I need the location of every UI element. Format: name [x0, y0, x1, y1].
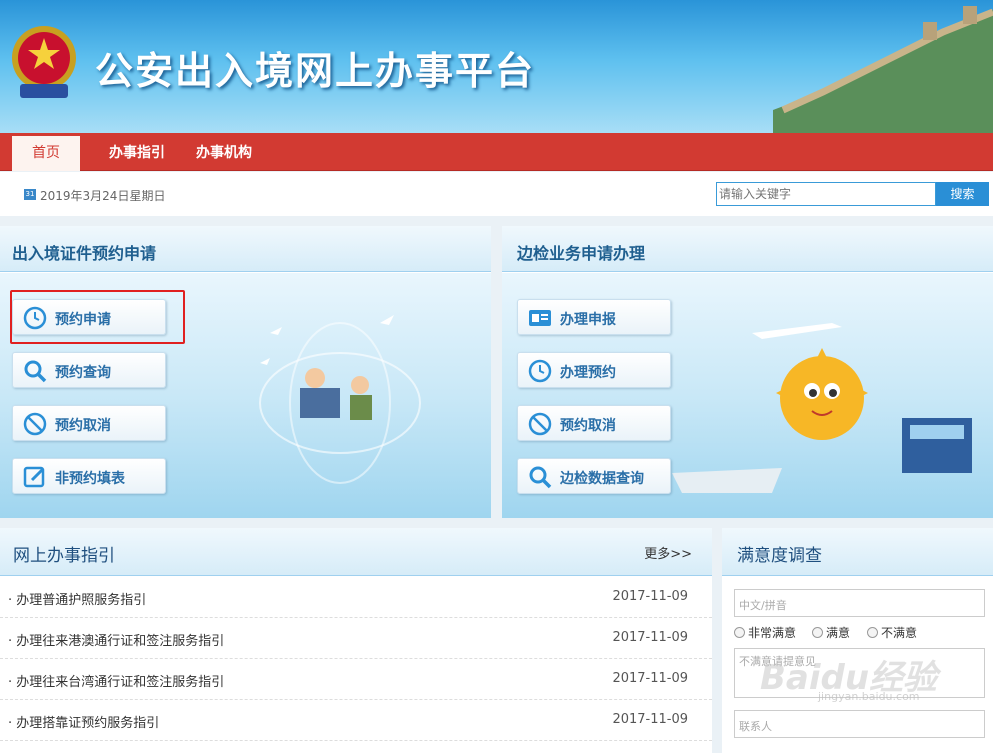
- appointment-cancel-button[interactable]: 预约取消: [12, 405, 166, 441]
- guide-link[interactable]: · 办理搭靠证预约服务指引: [8, 712, 159, 731]
- nav-home[interactable]: 首页: [12, 136, 80, 171]
- prohibit-icon: [528, 412, 552, 436]
- search-input[interactable]: [716, 182, 936, 206]
- button-label: 预约取消: [55, 418, 111, 434]
- guide-link[interactable]: · 办理往来台湾通行证和签注服务指引: [8, 671, 224, 690]
- border-appointment-button[interactable]: 办理预约: [517, 352, 671, 388]
- guide-date: 2017-11-09: [612, 712, 688, 727]
- nav-guide[interactable]: 办事指引: [109, 133, 165, 171]
- transport-illustration-icon: [672, 323, 972, 493]
- panel-title: 边检业务申请办理: [517, 244, 646, 263]
- appointment-query-button[interactable]: 预约查询: [12, 352, 166, 388]
- border-data-query-button[interactable]: 边检数据查询: [517, 458, 671, 494]
- contact-input[interactable]: 联系人: [734, 710, 985, 738]
- id-card-icon: [529, 310, 551, 326]
- list-item: · 办理往来台湾通行证和签注服务指引 2017-11-09: [0, 659, 712, 700]
- search-icon: [529, 466, 552, 489]
- search-icon: [24, 360, 47, 383]
- list-item: · 办理往来港澳通行证和签注服务指引 2017-11-09: [0, 618, 712, 659]
- sun-mascot-icon: [776, 348, 868, 440]
- guide-date: 2017-11-09: [612, 671, 688, 686]
- panel-online-guide: 网上办事指引 更多>> · 办理普通护照服务指引 2017-11-09 · 办理往…: [0, 528, 712, 753]
- main-nav: 首页 办事指引 办事机构: [0, 133, 993, 171]
- border-cancel-button[interactable]: 预约取消: [517, 405, 671, 441]
- guide-date: 2017-11-09: [612, 589, 688, 604]
- date-search-bar: 31 2019年3月24日星期日 搜索: [0, 172, 993, 216]
- panel-satisfaction-survey: 满意度调查 中文/拼音 非常满意 满意 不满意 不满意请提意见 联系人: [722, 528, 993, 753]
- radio-label: 满意: [826, 626, 851, 640]
- panel-title: 满意度调查: [737, 546, 822, 566]
- list-item: · 办理搭靠证预约服务指引 2017-11-09: [0, 700, 712, 741]
- panel-title: 出入境证件预约申请: [12, 244, 157, 263]
- police-emblem-icon: [12, 26, 76, 98]
- guide-link[interactable]: · 办理往来港澳通行证和签注服务指引: [8, 630, 224, 649]
- list-item: · 办理普通护照服务指引 2017-11-09: [0, 577, 712, 618]
- radio-circle-icon: [812, 627, 823, 638]
- clock-icon: [528, 359, 552, 383]
- button-label: 办理申报: [560, 312, 616, 328]
- button-label: 办理预约: [560, 365, 616, 381]
- header-banner: 公安出入境网上办事平台: [0, 0, 993, 133]
- search-button[interactable]: 搜索: [936, 182, 989, 206]
- button-label: 非预约填表: [55, 471, 125, 487]
- great-wall-image: [773, 6, 993, 133]
- current-date: 2019年3月24日星期日: [40, 189, 166, 203]
- guide-date: 2017-11-09: [612, 630, 688, 645]
- highlight-box: [10, 290, 185, 344]
- nav-agencies[interactable]: 办事机构: [196, 133, 252, 171]
- button-label: 预约取消: [560, 418, 616, 434]
- radio-circle-icon: [867, 627, 878, 638]
- button-label: 边检数据查询: [560, 471, 644, 487]
- non-appointment-form-button[interactable]: 非预约填表: [12, 458, 166, 494]
- button-label: 预约查询: [55, 365, 111, 381]
- prohibit-icon: [23, 412, 47, 436]
- radio-dissatisfied[interactable]: 不满意: [867, 624, 917, 641]
- radio-satisfied[interactable]: 满意: [812, 624, 850, 641]
- radio-label: 不满意: [881, 626, 918, 640]
- panel-title: 网上办事指引: [13, 546, 115, 566]
- guide-link[interactable]: · 办理普通护照服务指引: [8, 589, 146, 608]
- radio-very-satisfied[interactable]: 非常满意: [734, 624, 796, 641]
- more-link[interactable]: 更多>>: [644, 543, 692, 562]
- watermark-url: jingyan.baidu.com: [818, 690, 920, 703]
- radio-circle-icon: [734, 627, 745, 638]
- name-input[interactable]: 中文/拼音: [734, 589, 985, 617]
- site-title: 公安出入境网上办事平台: [95, 49, 536, 93]
- calendar-icon: 31: [24, 189, 36, 200]
- police-illustration-icon: [259, 315, 421, 484]
- radio-label: 非常满意: [748, 626, 797, 640]
- edit-icon: [23, 466, 45, 488]
- declare-button[interactable]: 办理申报: [517, 299, 671, 335]
